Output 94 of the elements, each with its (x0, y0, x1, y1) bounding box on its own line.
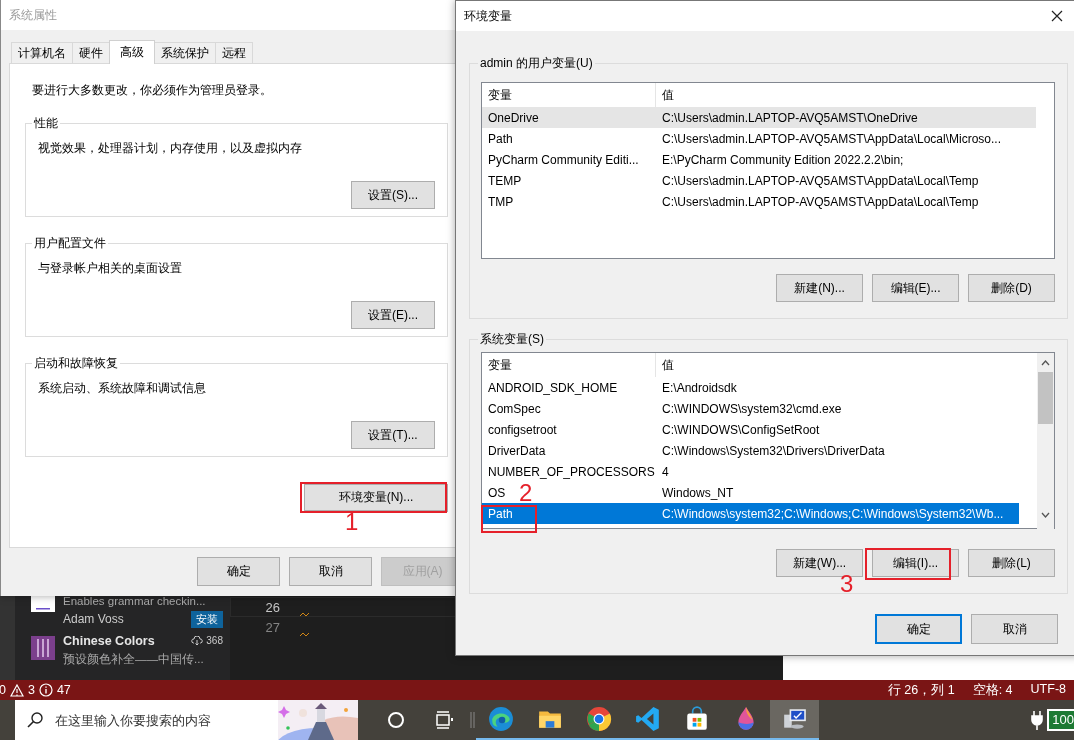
list-action-button[interactable]: 新建(N)... (776, 274, 863, 302)
info-icon[interactable] (38, 683, 53, 697)
table-cell: C:\WINDOWS\system32\cmd.exe (662, 401, 842, 416)
download-count: 368 (206, 634, 223, 648)
annotation-number: 2 (519, 481, 533, 505)
error-count[interactable]: 0 (0, 683, 6, 697)
table-cell: OS (488, 485, 506, 500)
table-cell: 4 (662, 464, 669, 479)
list-action-button[interactable]: 删除(D) (968, 274, 1055, 302)
search-field[interactable]: 在这里输入你要搜索的内容 (53, 711, 277, 729)
search-icon (27, 712, 43, 728)
settings-button[interactable]: 设置(S)... (351, 181, 435, 209)
table-cell: NUMBER_OF_PROCESSORS (488, 464, 655, 479)
settings-button[interactable]: 设置(E)... (351, 301, 435, 329)
indentation[interactable]: 空格: 4 (972, 681, 1013, 699)
line-number: 26 (264, 599, 280, 615)
settings-button[interactable]: 设置(T)... (351, 421, 435, 449)
table-cell: TMP (488, 194, 514, 209)
computer-icon[interactable] (781, 706, 808, 732)
group-description: 与登录帐户相关的桌面设置 (38, 260, 183, 275)
table-cell: C:\Users\admin.LAPTOP-AVQ5AMST\OneDrive (662, 110, 918, 125)
toolbar-grip[interactable] (470, 712, 476, 728)
list-action-button[interactable]: 编辑(I)... (872, 549, 959, 577)
table-cell: E:\PyCharm Community Edition 2022.2.2\bin; (662, 152, 904, 167)
cursor-position[interactable]: 行 26，列 1 (887, 681, 955, 699)
annotation-number: 1 (345, 510, 359, 534)
book-cover-icon (31, 636, 55, 660)
power-plug-icon[interactable] (1031, 710, 1044, 730)
table-cell: TEMP (488, 173, 522, 188)
group-description: 系统启动、系统故障和调试信息 (38, 380, 207, 395)
warning-squiggle (300, 611, 310, 617)
dialog-button[interactable]: 确定 (875, 614, 962, 644)
table-cell: E:\Androidsdk (662, 380, 737, 395)
ring-logo-icon[interactable] (585, 706, 612, 732)
cloud-download-icon (191, 636, 204, 646)
table-cell: ComSpec (488, 401, 541, 416)
close-icon[interactable] (1051, 10, 1063, 22)
group-title: 启动和故障恢复 (33, 355, 119, 372)
warning-squiggle (300, 631, 310, 637)
table-cell: C:\Users\admin.LAPTOP-AVQ5AMST\AppData\Local\Temp (662, 173, 979, 188)
group-title: 性能 (33, 115, 59, 132)
list-action-button[interactable]: 删除(L) (968, 549, 1055, 577)
table-cell: ANDROID_SDK_HOME (488, 380, 618, 395)
column-header[interactable]: 变量 (488, 86, 512, 104)
column-header[interactable]: 变量 (488, 356, 512, 374)
group-title: 用户配置文件 (33, 235, 107, 252)
window-title: 环境变量 (464, 7, 512, 25)
tab[interactable]: 计算机名 (11, 42, 73, 63)
column-header[interactable]: 值 (662, 86, 674, 104)
table-cell: Path (488, 506, 513, 521)
table-cell: C:\Windows\system32;C:\Windows;C:\Windows\System32\Wb... (662, 506, 1004, 521)
window-title: 系统属性 (9, 6, 57, 24)
table-cell: C:\Users\admin.LAPTOP-AVQ5AMST\AppData\Local\Temp (662, 194, 979, 209)
warning-icon[interactable] (9, 683, 24, 697)
warning-count[interactable]: 3 (27, 683, 35, 697)
wave-logo-icon[interactable] (487, 706, 514, 732)
encoding[interactable]: UTF-8 (1030, 681, 1066, 699)
table-cell: configsetroot (488, 422, 557, 437)
selection-highlight[interactable] (482, 107, 1036, 128)
group-title: 系统变量(S) (479, 331, 545, 348)
table-cell: C:\Windows\System32\Drivers\DriverData (662, 443, 885, 458)
tab[interactable]: 高级 (109, 40, 155, 64)
table-cell: Path (488, 131, 513, 146)
lt-logo-icon (31, 596, 55, 612)
extension-description: 预设颜色补全——中国传... (63, 652, 205, 667)
battery-indicator[interactable]: 100 (1047, 709, 1074, 731)
search-bar[interactable]: 在这里输入你要搜索的内容 (15, 700, 358, 740)
install-button[interactable]: 安装 (191, 610, 223, 628)
annotation-box (481, 505, 537, 533)
group-title: admin 的用户变量(U) (479, 55, 594, 72)
scrollbar-drawing[interactable] (1037, 353, 1054, 529)
table-cell: C:\WINDOWS\ConfigSetRoot (662, 422, 820, 437)
extension-name[interactable]: Chinese Colors (63, 632, 155, 650)
circle-icon[interactable] (386, 710, 406, 730)
table-cell: C:\Users\admin.LAPTOP-AVQ5AMST\AppData\Local\Microso... (662, 131, 1001, 146)
dialog-button[interactable]: 确定 (197, 557, 280, 586)
table-cell: Windows_NT (662, 485, 734, 500)
table-cell: DriverData (488, 443, 546, 458)
group-description: 视觉效果，处理器计划，内存使用，以及虚拟内存 (38, 140, 303, 155)
extension-description: Enables grammar checkin... (63, 594, 207, 609)
ribbon-logo-icon[interactable] (634, 706, 661, 732)
tab[interactable]: 远程 (215, 42, 253, 63)
table-cell: PyCharm Community Editi... (488, 152, 639, 167)
line-number: 27 (264, 619, 280, 635)
environment-variables-button[interactable]: 环境变量(N)... (304, 484, 448, 512)
info-count[interactable]: 47 (56, 683, 71, 697)
dialog-button[interactable]: 取消 (971, 614, 1058, 644)
dialog-button[interactable]: 取消 (289, 557, 372, 586)
table-cell: OneDrive (488, 110, 539, 125)
extension-author: Adam Voss (63, 611, 124, 628)
list-action-button[interactable]: 编辑(E)... (872, 274, 959, 302)
task-view-icon[interactable] (434, 710, 454, 730)
notice-text: 要进行大多数更改，你必须作为管理员登录。 (31, 82, 273, 99)
column-header[interactable]: 值 (662, 356, 674, 374)
